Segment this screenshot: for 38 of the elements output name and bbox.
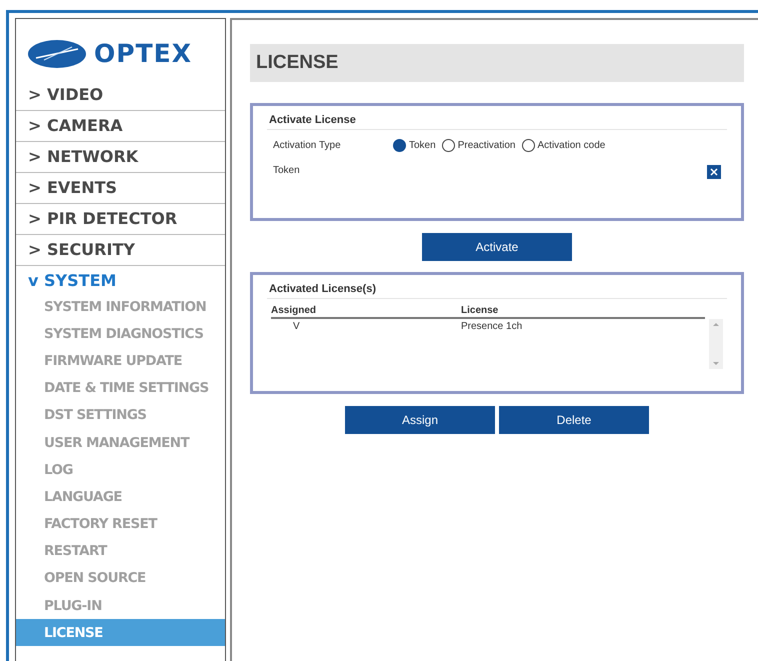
- logo-icon: [28, 40, 86, 68]
- submenu-item[interactable]: PLUG-IN: [16, 592, 225, 620]
- submenu-item[interactable]: SYSTEM INFORMATION: [16, 293, 225, 320]
- radio-option[interactable]: Preactivation: [442, 139, 516, 152]
- menu-item[interactable]: v SYSTEM: [16, 266, 225, 293]
- page-title: LICENSE: [250, 44, 744, 82]
- activate-button[interactable]: Activate: [422, 233, 572, 261]
- submenu-item[interactable]: OPEN SOURCE: [16, 564, 225, 592]
- panel-title: Activated License(s): [267, 283, 727, 299]
- menu-item[interactable]: > EVENTS: [16, 173, 225, 204]
- menu-item[interactable]: > NETWORK: [16, 142, 225, 173]
- submenu-item[interactable]: DATE & TIME SETTINGS: [16, 374, 225, 402]
- column-header: License: [461, 305, 498, 316]
- submenu-item[interactable]: DST SETTINGS: [16, 402, 225, 429]
- action-button[interactable]: Assign: [345, 406, 495, 434]
- action-button[interactable]: Delete: [499, 406, 649, 434]
- submenu-item[interactable]: FACTORY RESET: [16, 510, 225, 538]
- submenu-item[interactable]: LOG: [16, 456, 225, 484]
- submenu-item[interactable]: RESTART: [16, 538, 225, 565]
- menu-item[interactable]: > SECURITY: [16, 235, 225, 266]
- panel-title: Activate License: [267, 114, 727, 130]
- menu-item[interactable]: > VIDEO: [16, 80, 225, 111]
- menu-item[interactable]: > CAMERA: [16, 111, 225, 142]
- column-header: Assigned: [271, 305, 318, 316]
- radio-option[interactable]: Activation code: [522, 139, 606, 152]
- table-cell-text: Presence 1ch: [461, 321, 522, 334]
- submenu-item[interactable]: FIRMWARE UPDATE: [16, 347, 225, 375]
- close-icon[interactable]: [707, 165, 721, 179]
- menu-item[interactable]: > PIR DETECTOR: [16, 204, 225, 235]
- field-label: Activation Type: [273, 140, 342, 151]
- submenu-item[interactable]: LANGUAGE: [16, 483, 225, 510]
- logo-text: OPTEX: [94, 39, 192, 68]
- radio-option[interactable]: Token: [393, 139, 436, 152]
- field-label: Token: [273, 165, 300, 176]
- submenu-item[interactable]: SYSTEM DIAGNOSTICS: [16, 320, 225, 348]
- submenu-item[interactable]: LICENSE: [16, 619, 225, 646]
- table-cell-text: V: [292, 321, 301, 334]
- submenu-item[interactable]: USER MANAGEMENT: [16, 428, 225, 456]
